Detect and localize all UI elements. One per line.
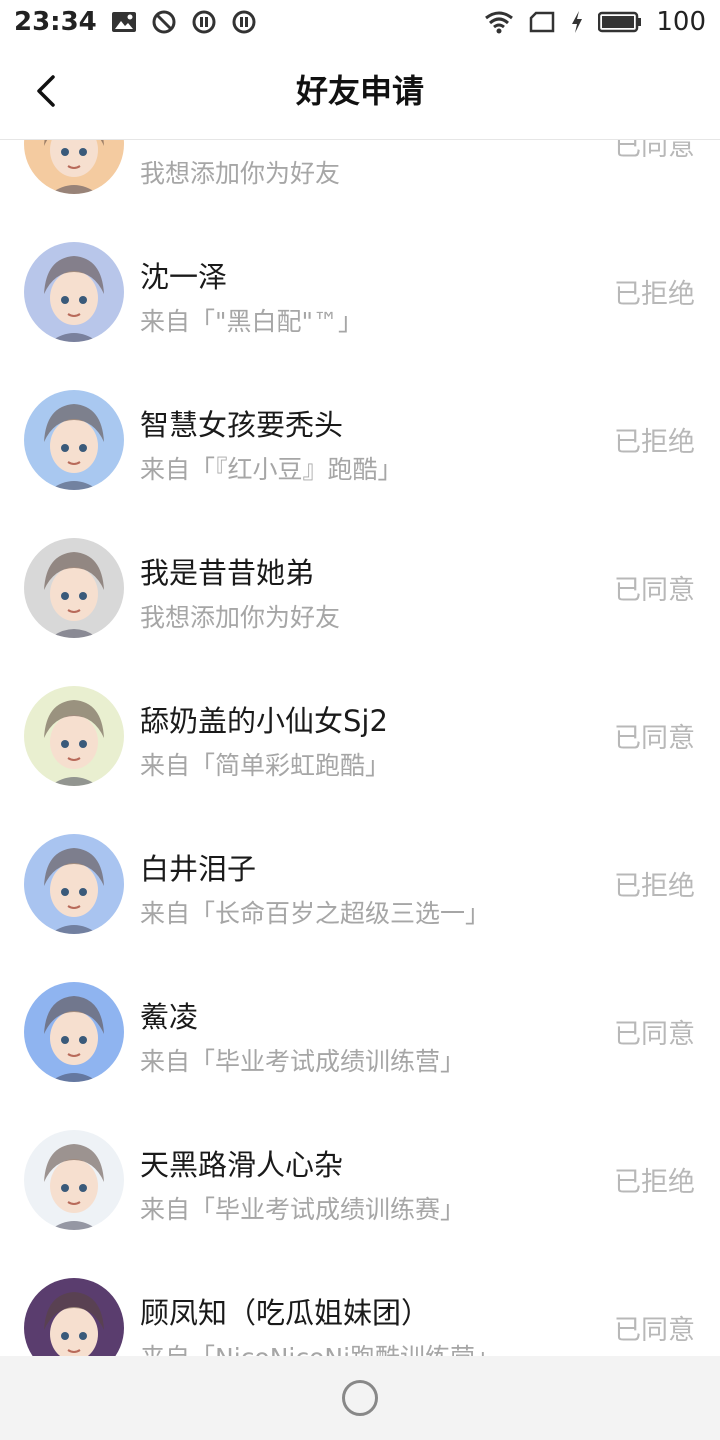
friend-request-list-inner: 我想添加你为好友 已同意 沈一泽 来自「"黑白配"™」 已拒绝 智慧女孩要秃头 来自「『红小… (0, 140, 720, 1356)
list-item[interactable]: 沈一泽来自「"黑白配"™」 已拒绝 (0, 218, 720, 366)
requester-name: 智慧女孩要秃头 (140, 408, 344, 442)
pause-circle-icon (231, 9, 257, 35)
sim-icon (528, 10, 556, 34)
request-source: 来自「简单彩虹跑酷」 (140, 751, 391, 780)
avatar[interactable] (24, 140, 124, 194)
list-item[interactable]: 舔奶盖的小仙女Sj2 来自「简单彩虹跑酷」 已同意 (0, 662, 720, 810)
battery-icon (598, 10, 642, 34)
avatar[interactable] (24, 538, 124, 638)
list-item[interactable]: 智慧女孩要秃头来自「『红小豆』跑酷」 已拒绝 (0, 366, 720, 514)
list-item[interactable]: 顾凤知（吃瓜姐妹团） 来自「NicoNicoNi跑酷训练营」 已同意 (0, 1254, 720, 1356)
status-left: 23:34 (14, 7, 257, 37)
status-bar: 23:34 100 (0, 0, 720, 44)
request-source: 来自「『红小豆』跑酷」 (140, 455, 403, 484)
requester-name: 鮺凌 (140, 1000, 199, 1034)
request-status: 已拒绝 (614, 279, 695, 310)
avatar[interactable] (24, 1130, 124, 1230)
request-status: 已拒绝 (614, 427, 695, 458)
requester-name: 顾凤知（吃瓜姐妹团） (140, 1296, 431, 1330)
avatar[interactable] (24, 982, 124, 1082)
list-item[interactable]: 白井泪子来自「长命百岁之超级三选一」 已拒绝 (0, 810, 720, 958)
request-status: 已同意 (614, 575, 695, 606)
avatar[interactable] (24, 834, 124, 934)
request-status: 已拒绝 (614, 1167, 695, 1198)
requester-name: 我是昔昔她弟 (140, 556, 315, 590)
list-item[interactable]: 我是昔昔她弟我想添加你为好友 已同意 (0, 514, 720, 662)
image-icon (111, 10, 137, 34)
request-status: 已同意 (614, 1019, 695, 1050)
request-status: 已拒绝 (614, 871, 695, 902)
avatar[interactable] (24, 686, 124, 786)
request-source: 来自「"黑白配"™」 (140, 307, 363, 336)
battery-level: 100 (656, 7, 706, 37)
charging-icon (570, 10, 584, 34)
request-source: 来自「毕业考试成绩训练赛」 (140, 1195, 466, 1224)
requester-name: 沈一泽 (140, 260, 228, 294)
request-status: 已同意 (614, 140, 695, 162)
request-status: 已同意 (614, 1315, 695, 1346)
requester-name: 白井泪子 (140, 852, 257, 886)
home-button[interactable] (342, 1380, 378, 1416)
list-item[interactable]: 鮺凌来自「毕业考试成绩训练营」 已同意 (0, 958, 720, 1106)
request-source: 来自「长命百岁之超级三选一」 (140, 899, 491, 928)
requester-name: 天黑路滑人心杂 (140, 1148, 344, 1182)
friend-request-list[interactable]: 我想添加你为好友 已同意 沈一泽 来自「"黑白配"™」 已拒绝 智慧女孩要秃头 来自「『红小… (0, 140, 720, 1356)
wifi-icon (484, 10, 514, 34)
do-not-disturb-icon (151, 9, 177, 35)
request-status: 已同意 (614, 723, 695, 754)
request-source: 来自「毕业考试成绩训练营」 (140, 1047, 466, 1076)
request-source: 来自「NicoNicoNi跑酷训练营」 (140, 1338, 500, 1356)
requester-name: 舔奶盖的小仙女Sj2 (140, 704, 388, 738)
avatar[interactable] (24, 390, 124, 490)
request-source: 我想添加你为好友 (140, 159, 341, 188)
clock: 23:34 (14, 7, 97, 37)
header: 好友申请 (0, 44, 720, 140)
pause-circle-icon (191, 9, 217, 35)
list-item[interactable]: 我想添加你为好友 已同意 (0, 140, 720, 218)
avatar[interactable] (24, 1278, 124, 1356)
avatar[interactable] (24, 242, 124, 342)
request-source: 我想添加你为好友 (140, 603, 341, 632)
bottom-nav-bar (0, 1356, 720, 1440)
status-right: 100 (484, 7, 706, 37)
list-item[interactable]: 天黑路滑人心杂来自「毕业考试成绩训练赛」 已拒绝 (0, 1106, 720, 1254)
page-title: 好友申请 (295, 72, 424, 110)
